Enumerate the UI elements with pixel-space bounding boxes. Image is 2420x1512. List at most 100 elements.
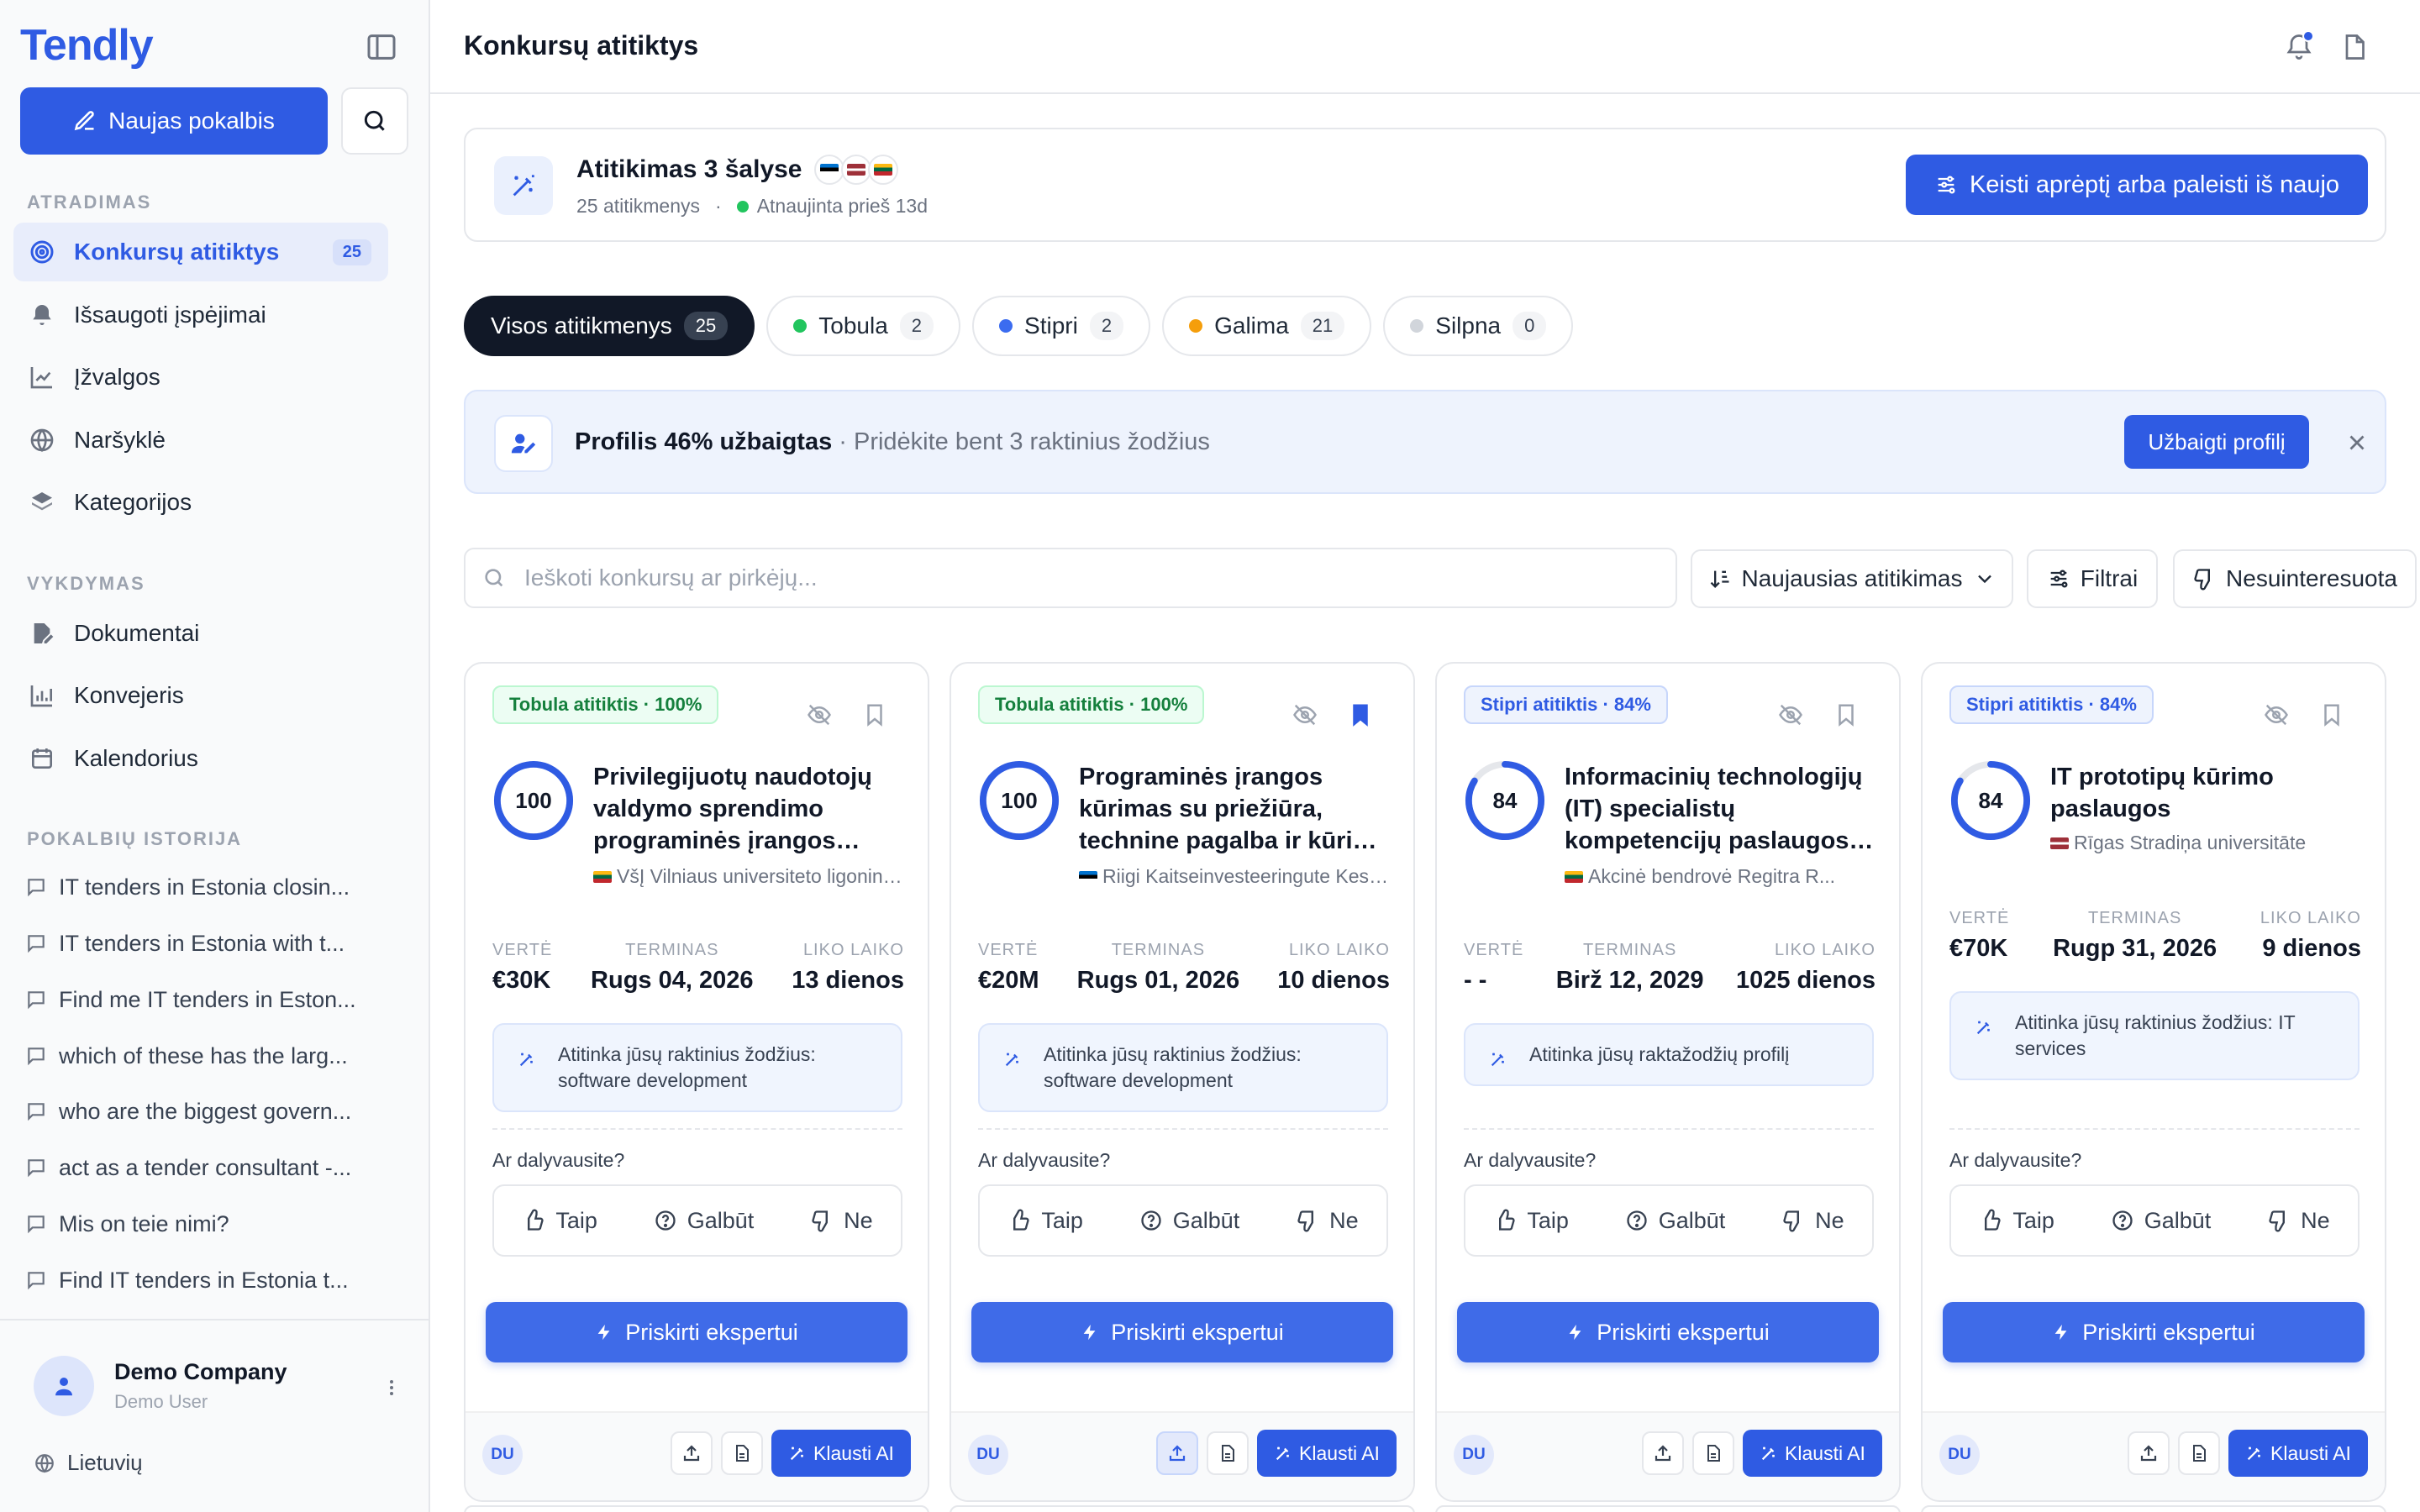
document-button[interactable] bbox=[2178, 1431, 2220, 1475]
more-options-icon[interactable] bbox=[381, 1373, 402, 1403]
user-profile[interactable]: Demo Company Demo User bbox=[0, 1319, 429, 1428]
tender-title[interactable]: Informacinių technologijų (IT) specialis… bbox=[1565, 761, 1876, 857]
document-button[interactable] bbox=[721, 1431, 763, 1475]
history-item[interactable]: which of these has the larg... bbox=[25, 1039, 378, 1073]
tab-all[interactable]: Visos atitikmenys 25 bbox=[464, 296, 755, 356]
history-item[interactable]: Mis on teie nimi? bbox=[25, 1207, 378, 1241]
new-chat-button[interactable]: Naujas pokalbis bbox=[20, 87, 328, 155]
sort-dropdown[interactable]: Naujausias atitikimas bbox=[1691, 549, 2013, 608]
assign-expert-button[interactable]: Priskirti ekspertui bbox=[486, 1302, 908, 1362]
tender-card[interactable]: Stipri atitiktis · 84% 84 Informacinių t… bbox=[1435, 662, 1901, 1502]
maybe-button[interactable]: Galbūt bbox=[1139, 1208, 1239, 1234]
user-edit-icon bbox=[494, 415, 553, 472]
tender-card[interactable]: Tobula atitiktis · 100% 100 Privilegijuo… bbox=[464, 662, 929, 1502]
yes-button[interactable]: Taip bbox=[1979, 1208, 2054, 1234]
yes-button[interactable]: Taip bbox=[1493, 1208, 1569, 1234]
history-item[interactable]: who are the biggest govern... bbox=[25, 1095, 378, 1128]
bookmark-icon[interactable] bbox=[2319, 701, 2344, 729]
tender-card[interactable]: Stipri atitiktis · 84% 84 IT prototipų k… bbox=[1921, 662, 2386, 1502]
upload-button[interactable] bbox=[1156, 1431, 1198, 1475]
close-icon[interactable] bbox=[2344, 430, 2370, 455]
eye-off-icon[interactable] bbox=[1292, 702, 1318, 727]
upload-button[interactable] bbox=[1642, 1431, 1684, 1475]
history-item[interactable]: act as a tender consultant -... bbox=[25, 1151, 378, 1184]
upload-button[interactable] bbox=[671, 1431, 713, 1475]
yes-button[interactable]: Taip bbox=[1007, 1208, 1083, 1234]
document-button[interactable] bbox=[1207, 1431, 1249, 1475]
filters-button[interactable]: Filtrai bbox=[2027, 549, 2158, 608]
tab-count: 2 bbox=[1089, 312, 1124, 340]
no-button[interactable]: Ne bbox=[2267, 1208, 2330, 1234]
assign-expert-button[interactable]: Priskirti ekspertui bbox=[971, 1302, 1393, 1362]
ask-ai-button[interactable]: Klausti AI bbox=[1257, 1430, 1397, 1477]
assignee-avatar[interactable]: DU bbox=[482, 1435, 523, 1475]
sidebar-item-insights[interactable]: Įžvalgos bbox=[13, 348, 388, 407]
bookmark-icon[interactable] bbox=[862, 701, 887, 729]
assign-expert-button[interactable]: Priskirti ekspertui bbox=[1943, 1302, 2365, 1362]
language-selector[interactable]: Lietuvių bbox=[34, 1450, 143, 1476]
sidebar-item-categories[interactable]: Kategorijos bbox=[13, 473, 388, 532]
tab-perfect[interactable]: Tobula 2 bbox=[766, 296, 961, 356]
sidebar-item-browser[interactable]: Naršyklė bbox=[13, 411, 388, 470]
target-icon bbox=[30, 240, 54, 264]
assign-expert-button[interactable]: Priskirti ekspertui bbox=[1457, 1302, 1879, 1362]
no-button[interactable]: Ne bbox=[1781, 1208, 1844, 1234]
eye-off-icon[interactable] bbox=[2264, 702, 2289, 727]
matches-count-badge: 25 bbox=[332, 239, 371, 265]
app-logo[interactable]: Tendly bbox=[20, 20, 154, 71]
sidebar-item-calendar[interactable]: Kalendorius bbox=[13, 729, 388, 788]
no-button[interactable]: Ne bbox=[810, 1208, 873, 1234]
upload-button[interactable] bbox=[2128, 1431, 2170, 1475]
tender-title[interactable]: IT prototipų kūrimo paslaugos bbox=[2050, 761, 2361, 825]
not-interested-button[interactable]: Nesuinteresuota bbox=[2173, 549, 2417, 608]
tab-count: 21 bbox=[1300, 312, 1345, 340]
change-scope-button[interactable]: Keisti aprėptį arba paleisti iš naujo bbox=[1906, 155, 2368, 215]
ask-ai-button[interactable]: Klausti AI bbox=[1743, 1430, 1882, 1477]
notifications-bell-icon[interactable] bbox=[2284, 30, 2314, 62]
assignee-avatar[interactable]: DU bbox=[1454, 1435, 1494, 1475]
maybe-button[interactable]: Galbūt bbox=[2111, 1208, 2211, 1234]
eye-off-icon[interactable] bbox=[807, 702, 832, 727]
sidebar-item-documents[interactable]: Dokumentai bbox=[13, 604, 388, 663]
tab-possible[interactable]: Galima 21 bbox=[1162, 296, 1372, 356]
ask-ai-button[interactable]: Klausti AI bbox=[2228, 1430, 2368, 1477]
yes-button[interactable]: Taip bbox=[522, 1208, 597, 1234]
tender-search-input[interactable]: Ieškoti konkursų ar pirkėjų... bbox=[464, 548, 1677, 608]
sidebar-item-saved-alerts[interactable]: Išsaugoti įspėjimai bbox=[13, 286, 388, 344]
document-button[interactable] bbox=[1692, 1431, 1734, 1475]
lightning-icon bbox=[2054, 1324, 2067, 1341]
history-item[interactable]: IT tenders in Estonia closin... bbox=[25, 870, 378, 904]
eye-off-icon[interactable] bbox=[1778, 702, 1803, 727]
sidebar-item-matches[interactable]: Konkursų atitiktys 25 bbox=[13, 223, 388, 281]
new-chat-label: Naujas pokalbis bbox=[108, 108, 275, 134]
sidebar-collapse-icon[interactable] bbox=[365, 30, 398, 64]
tender-title[interactable]: Privilegijuotų naudotojų valdymo sprendi… bbox=[593, 761, 904, 857]
tab-strong[interactable]: Stipri 2 bbox=[972, 296, 1151, 356]
tender-card[interactable]: Tobula atitiktis · 100% 100 Programinės … bbox=[950, 662, 1415, 1502]
ask-ai-button[interactable]: Klausti AI bbox=[771, 1430, 911, 1477]
time-remaining: 9 dienos bbox=[2262, 935, 2361, 962]
card-footer: DU Klausti AI bbox=[1437, 1411, 1899, 1500]
sidebar-item-pipeline[interactable]: Konvejeris bbox=[13, 666, 388, 725]
no-button[interactable]: Ne bbox=[1296, 1208, 1359, 1234]
bookmark-icon[interactable] bbox=[1833, 701, 1859, 729]
chat-icon bbox=[28, 1047, 45, 1066]
tender-value: - - bbox=[1464, 967, 1487, 994]
bookmark-filled-icon[interactable] bbox=[1348, 701, 1373, 729]
complete-profile-button[interactable]: Užbaigti profilį bbox=[2124, 415, 2309, 469]
sidebar-item-label: Konkursų atitiktys bbox=[74, 239, 280, 265]
document-icon[interactable] bbox=[2339, 32, 2370, 62]
maybe-button[interactable]: Galbūt bbox=[1625, 1208, 1725, 1234]
magic-wand-icon bbox=[1976, 1021, 1990, 1035]
tab-weak[interactable]: Silpna 0 bbox=[1383, 296, 1574, 356]
sidebar-search-button[interactable] bbox=[341, 87, 408, 155]
history-item[interactable]: Find me IT tenders in Eston... bbox=[25, 983, 378, 1016]
history-item[interactable]: IT tenders in Estonia with t... bbox=[25, 927, 378, 960]
maybe-button[interactable]: Galbūt bbox=[654, 1208, 754, 1234]
chat-icon bbox=[28, 1272, 45, 1290]
lightning-icon bbox=[1569, 1324, 1581, 1341]
tender-title[interactable]: Programinės įrangos kūrimas su priežiūra… bbox=[1079, 761, 1390, 857]
history-item[interactable]: Find IT tenders in Estonia t... bbox=[25, 1263, 378, 1297]
assignee-avatar[interactable]: DU bbox=[968, 1435, 1008, 1475]
assignee-avatar[interactable]: DU bbox=[1939, 1435, 1980, 1475]
